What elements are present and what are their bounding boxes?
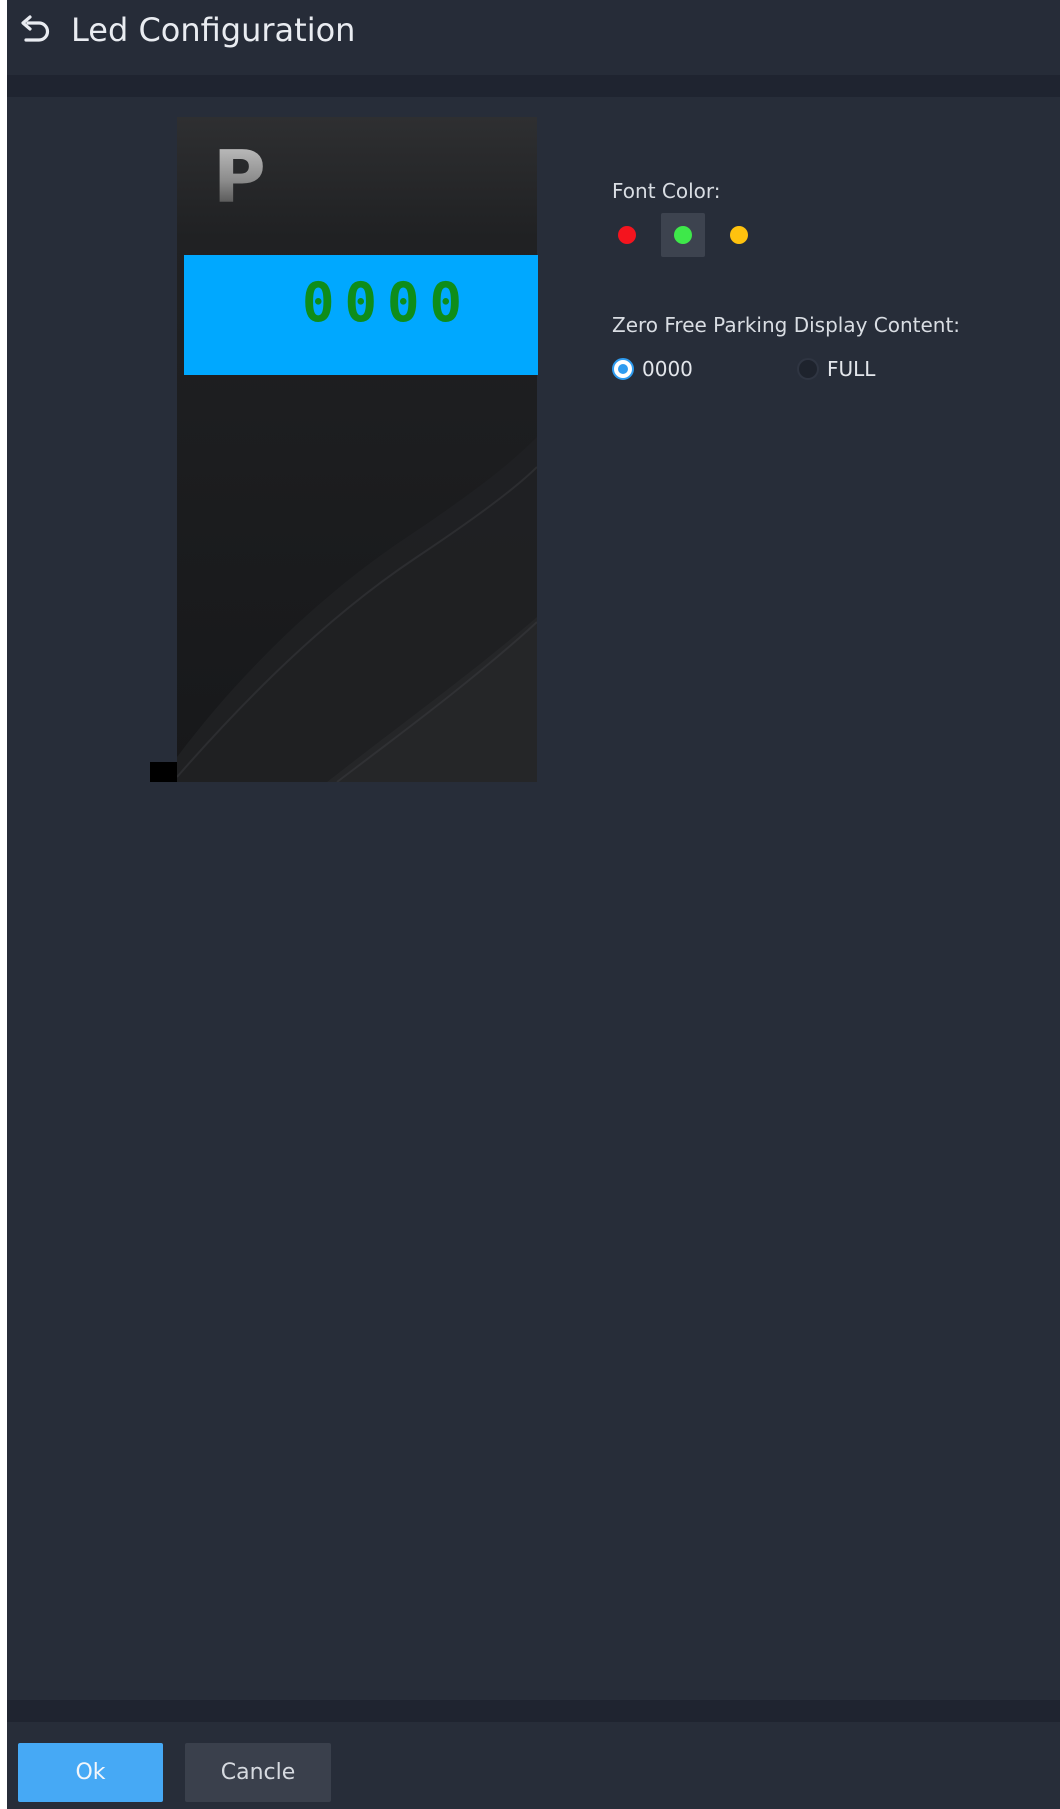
font-color-yellow-option[interactable] <box>717 213 761 257</box>
led-display-panel: 0000 <box>184 255 538 375</box>
zero-free-display-label: Zero Free Parking Display Content: <box>612 313 961 337</box>
green-dot-icon <box>674 226 692 244</box>
undo-arrow-icon[interactable] <box>17 14 51 48</box>
red-dot-icon <box>618 226 636 244</box>
header-bar: Led Configuration <box>7 0 1060 75</box>
font-color-green-option[interactable] <box>661 213 705 257</box>
led-sign-preview: P <box>177 117 537 782</box>
cancel-button[interactable]: Cancle <box>185 1743 331 1802</box>
yellow-dot-icon <box>730 226 748 244</box>
footer-bar <box>7 1722 1060 1809</box>
font-color-label: Font Color: <box>612 179 721 203</box>
parking-p-symbol: P <box>213 135 266 219</box>
led-configuration-dialog: Led Configuration P 0000 Font Color: Zer… <box>7 0 1060 1809</box>
font-color-red-option[interactable] <box>605 213 649 257</box>
footer-divider <box>7 1700 1060 1722</box>
radio-0000-label[interactable]: 0000 <box>642 356 693 382</box>
led-display-text: 0000 <box>302 271 473 334</box>
radio-full-label[interactable]: FULL <box>827 356 875 382</box>
radio-0000[interactable] <box>612 358 634 380</box>
ok-button[interactable]: Ok <box>18 1743 163 1802</box>
header-divider <box>7 75 1060 97</box>
radio-full[interactable] <box>797 358 819 380</box>
page-title: Led Configuration <box>71 11 356 49</box>
